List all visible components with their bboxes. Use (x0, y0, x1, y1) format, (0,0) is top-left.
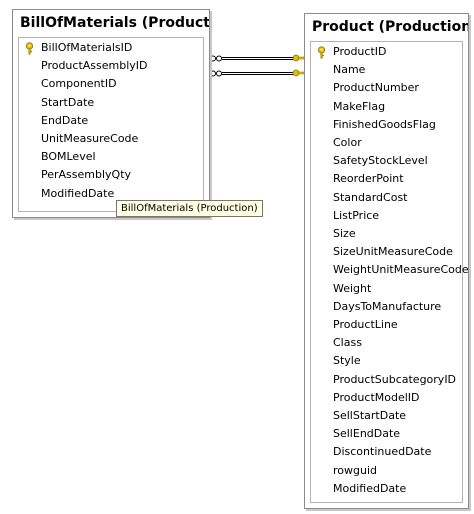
column-row[interactable]: Class (311, 334, 462, 352)
column-name: ComponentID (41, 77, 117, 91)
column-row[interactable]: DaysToManufacture (311, 298, 462, 316)
column-name: Size (333, 227, 356, 240)
column-name: ProductAssemblyID (41, 59, 148, 73)
column-row[interactable]: ListPrice (311, 207, 462, 225)
column-row[interactable]: EndDate (19, 112, 203, 130)
primary-key-icon (317, 46, 326, 59)
column-name: ReorderPoint (333, 172, 404, 186)
column-name: StandardCost (333, 190, 408, 204)
column-name: UnitMeasureCode (41, 132, 139, 145)
column-name: rowguid (333, 463, 377, 477)
column-row[interactable]: MakeFlag (311, 98, 462, 116)
column-row[interactable]: rowguid (311, 462, 462, 480)
table-tooltip: BillOfMaterials (Production) (116, 200, 263, 217)
bill-of-materials-table[interactable]: BillOfMaterials (Production) BillOfMater… (12, 9, 210, 218)
table-title: Product (Production) (312, 19, 468, 35)
column-name: PerAssemblyQty (41, 168, 132, 182)
column-row[interactable]: StandardCost (311, 189, 462, 207)
column-name: StartDate (41, 95, 95, 109)
column-row[interactable]: PerAssemblyQty (19, 166, 203, 184)
column-row[interactable]: Style (311, 352, 462, 370)
column-row[interactable]: SellEndDate (311, 425, 462, 443)
column-name: ModifiedDate (333, 481, 407, 495)
column-name: EndDate (41, 113, 89, 127)
key-end-icon-1 (292, 54, 305, 62)
column-name: SellStartDate (333, 409, 407, 422)
column-name: ProductNumber (333, 81, 419, 95)
column-name: SizeUnitMeasureCode (333, 245, 453, 259)
table-title: BillOfMaterials (Production) (20, 15, 209, 31)
column-name: DaysToManufacture (333, 299, 442, 313)
column-name: DiscontinuedDate (333, 445, 432, 459)
column-row[interactable]: FinishedGoodsFlag (311, 116, 462, 134)
column-name: Class (333, 336, 362, 350)
column-row[interactable]: Size (311, 225, 462, 243)
column-name: Color (333, 136, 362, 149)
column-row[interactable]: ProductSubcategoryID (311, 371, 462, 389)
column-name: ListPrice (333, 208, 380, 222)
column-name: FinishedGoodsFlag (333, 117, 436, 131)
column-name: MakeFlag (333, 99, 386, 113)
column-row[interactable]: Color (311, 134, 462, 152)
primary-key-icon (25, 42, 34, 55)
column-row[interactable]: SellStartDate (311, 407, 462, 425)
column-row[interactable]: DiscontinuedDate (311, 443, 462, 461)
column-row[interactable]: ComponentID (19, 75, 203, 93)
column-row[interactable]: ProductID (311, 43, 462, 61)
column-row[interactable]: SafetyStockLevel (311, 152, 462, 170)
column-row[interactable]: BOMLevel (19, 148, 203, 166)
column-name: BOMLevel (41, 150, 96, 164)
relationship-line-component (210, 70, 296, 77)
column-row[interactable]: Weight (311, 280, 462, 298)
relationship-line-product-assembly (210, 55, 296, 62)
key-end-icon-2 (292, 69, 305, 77)
column-list: BillOfMaterialsID ProductAssemblyID Compon… (18, 37, 204, 212)
column-row[interactable]: ProductNumber (311, 79, 462, 97)
column-row[interactable]: WeightUnitMeasureCode (311, 261, 469, 279)
column-row[interactable]: Name (311, 61, 462, 79)
product-table[interactable]: Product (Production) ProductID Name Produc… (304, 13, 469, 509)
column-row[interactable]: ProductLine (311, 316, 462, 334)
column-list: ProductID Name ProductNumber MakeFlag Finish… (310, 41, 469, 503)
column-row[interactable]: SizeUnitMeasureCode (311, 243, 462, 261)
column-row[interactable]: ModifiedDate (311, 480, 462, 498)
column-name: ProductModelID (333, 390, 420, 404)
column-row[interactable]: StartDate (19, 94, 203, 112)
column-name: ProductSubcategoryID (333, 372, 457, 386)
column-name: ModifiedDate (41, 186, 115, 200)
column-name: BillOfMaterialsID (41, 41, 133, 54)
column-name: WeightUnitMeasureCode (333, 263, 469, 277)
column-name: Name (333, 63, 366, 77)
column-row[interactable]: BillOfMaterialsID (19, 39, 203, 57)
column-name: Weight (333, 281, 372, 295)
column-name: ProductLine (333, 318, 398, 331)
column-row[interactable]: ReorderPoint (311, 170, 462, 188)
column-row[interactable]: UnitMeasureCode (19, 130, 203, 148)
column-name: SafetyStockLevel (333, 154, 428, 168)
column-name: ProductID (333, 45, 387, 58)
column-name: SellEndDate (333, 427, 401, 441)
column-name: Style (333, 354, 361, 368)
column-row[interactable]: ProductModelID (311, 389, 462, 407)
column-row[interactable]: ProductAssemblyID (19, 57, 203, 75)
